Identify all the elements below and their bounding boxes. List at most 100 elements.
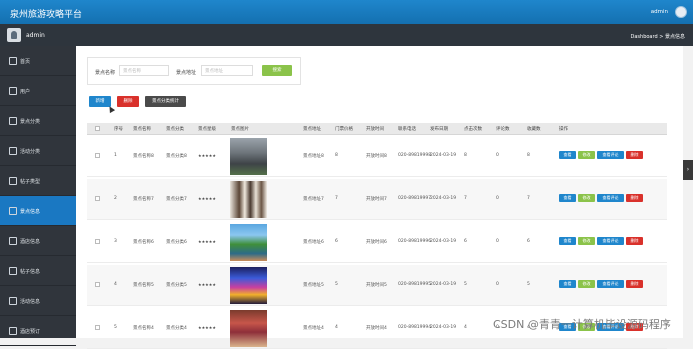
row-checkbox[interactable] (95, 239, 100, 244)
avatar[interactable] (675, 6, 687, 18)
sidebar-item-2[interactable]: 景点分类 (0, 106, 76, 136)
view-button[interactable]: 查看 (559, 237, 576, 245)
cell-no: 5 (114, 325, 117, 330)
sidebar-item-label: 帖子类型 (20, 179, 41, 185)
search-address-label: 景点地址 (176, 70, 197, 76)
row-checkbox[interactable] (95, 153, 100, 158)
cell-date: 2024-03-19 (430, 239, 457, 244)
cell-category: 景点分类7 (166, 197, 187, 202)
row-checkbox[interactable] (95, 282, 100, 287)
view-comments-button[interactable]: 查看评论 (597, 280, 624, 288)
cell-open: 开放时间7 (366, 197, 387, 202)
cell-date: 2024-03-19 (430, 325, 457, 330)
scenic-thumbnail (230, 267, 267, 304)
cell-category: 景点分类4 (166, 326, 187, 331)
search-panel: 景点名称 景点名称 景点地址 景点地址 搜索 (87, 57, 301, 85)
view-comments-button[interactable]: 查看评论 (597, 194, 624, 202)
cell-open: 开放时间4 (366, 326, 387, 331)
view-button[interactable]: 查看 (559, 194, 576, 202)
cell-stars: ★★★★★ (198, 196, 216, 201)
row-delete-button[interactable]: 删除 (626, 194, 643, 202)
sidebar-item-label: 首页 (20, 59, 31, 65)
cell-name: 景点名称6 (133, 240, 154, 245)
category-stats-button[interactable]: 景点分类统计 (145, 96, 186, 107)
sidebar-item-1[interactable]: 用户 (0, 76, 76, 106)
edit-button[interactable]: 修改 (578, 280, 595, 288)
table-row[interactable]: 1 景点名称8 景点分类8 ★★★★★ 景点地址8 8 开放时间8 020-89819998 2… (87, 136, 667, 177)
home-icon (9, 57, 17, 65)
sidebar-item-6[interactable]: 酒店信息 (0, 226, 76, 256)
cell-address: 景点地址5 (303, 283, 324, 288)
cell-clicks: 8 (464, 153, 467, 158)
tag-icon (9, 177, 17, 185)
cell-clicks: 7 (464, 196, 467, 201)
edit-button[interactable]: 修改 (578, 151, 595, 159)
th-image: 景点图片 (231, 127, 249, 132)
table-row[interactable]: 4 景点名称5 景点分类5 ★★★★★ 景点地址5 5 开放时间5 020-89819995 2… (87, 265, 667, 306)
delete-button[interactable]: 删除 (117, 96, 139, 107)
collapse-toggle-icon[interactable]: › (683, 160, 693, 180)
scenic-thumbnail (230, 181, 267, 218)
th-actions: 操作 (559, 127, 568, 132)
th-address: 景点地址 (303, 127, 321, 132)
breadcrumb: Dashboard > 景点信息 (630, 34, 686, 40)
sidebar-item-label: 酒店信息 (20, 239, 41, 245)
cell-comments: 0 (496, 239, 499, 244)
th-favorites: 收藏数 (527, 127, 541, 132)
search-button[interactable]: 搜索 (262, 65, 292, 76)
cell-open: 开放时间8 (366, 154, 387, 159)
cell-clicks: 6 (464, 239, 467, 244)
row-delete-button[interactable]: 删除 (626, 237, 643, 245)
header-username[interactable]: admin (651, 9, 668, 15)
sidebar-item-5[interactable]: 景点信息 (0, 196, 76, 226)
sidebar-item-3[interactable]: 活动分类 (0, 136, 76, 166)
view-comments-button[interactable]: 查看评论 (597, 237, 624, 245)
sidebar-item-4[interactable]: 帖子类型 (0, 166, 76, 196)
sidebar-item-label: 帖子信息 (20, 269, 41, 275)
sidebar-item-label: 酒店预订 (20, 329, 41, 335)
watermark: CSDN @青青一计算机毕设源码程序 (493, 318, 671, 331)
sidebar-item-8[interactable]: 活动信息 (0, 286, 76, 316)
scenic-thumbnail (230, 138, 267, 175)
view-comments-button[interactable]: 查看评论 (597, 151, 624, 159)
table-row[interactable]: 2 景点名称7 景点分类7 ★★★★★ 景点地址7 7 开放时间7 020-89819997 2… (87, 179, 667, 220)
row-checkbox[interactable] (95, 325, 100, 330)
sidebar-item-0[interactable]: 首页 (0, 46, 76, 76)
select-all-checkbox[interactable] (95, 126, 100, 131)
activity-icon (9, 297, 17, 305)
view-button[interactable]: 查看 (559, 151, 576, 159)
row-delete-button[interactable]: 删除 (626, 151, 643, 159)
cell-name: 景点名称8 (133, 154, 154, 159)
cell-price: 5 (335, 282, 338, 287)
cell-clicks: 5 (464, 282, 467, 287)
cell-stars: ★★★★★ (198, 325, 216, 330)
row-checkbox[interactable] (95, 196, 100, 201)
cell-address: 景点地址7 (303, 197, 324, 202)
edit-button[interactable]: 修改 (578, 194, 595, 202)
cell-category: 景点分类6 (166, 240, 187, 245)
sub-username: admin (26, 32, 45, 39)
th-open: 开放时间 (366, 127, 384, 132)
th-clicks: 点击次数 (464, 127, 482, 132)
th-price: 门票价格 (335, 127, 353, 132)
table-row[interactable]: 3 景点名称6 景点分类6 ★★★★★ 景点地址6 6 开放时间6 020-89819996 2… (87, 222, 667, 263)
cell-category: 景点分类5 (166, 283, 187, 288)
search-address-input[interactable]: 景点地址 (201, 65, 253, 76)
main-content: 景点名称 景点名称 景点地址 景点地址 搜索 新增 删除 景点分类统计 序号 景… (76, 46, 683, 349)
hotel-icon (9, 237, 17, 245)
top-header: 泉州旅游攻略平台 admin (0, 0, 693, 24)
cell-address: 景点地址6 (303, 240, 324, 245)
sidebar-item-7[interactable]: 帖子信息 (0, 256, 76, 286)
sub-header: admin Dashboard > 景点信息 (0, 24, 693, 46)
search-name-input[interactable]: 景点名称 (119, 65, 169, 76)
edit-button[interactable]: 修改 (578, 237, 595, 245)
view-button[interactable]: 查看 (559, 280, 576, 288)
add-button[interactable]: 新增 (89, 96, 111, 107)
cell-favorites: 5 (527, 282, 530, 287)
cell-open: 开放时间6 (366, 240, 387, 245)
th-stars: 景点星级 (198, 127, 216, 132)
page-scrollbar[interactable] (683, 46, 693, 338)
cell-clicks: 4 (464, 325, 467, 330)
sidebar-item-9[interactable]: 酒店预订 (0, 316, 76, 346)
row-delete-button[interactable]: 删除 (626, 280, 643, 288)
